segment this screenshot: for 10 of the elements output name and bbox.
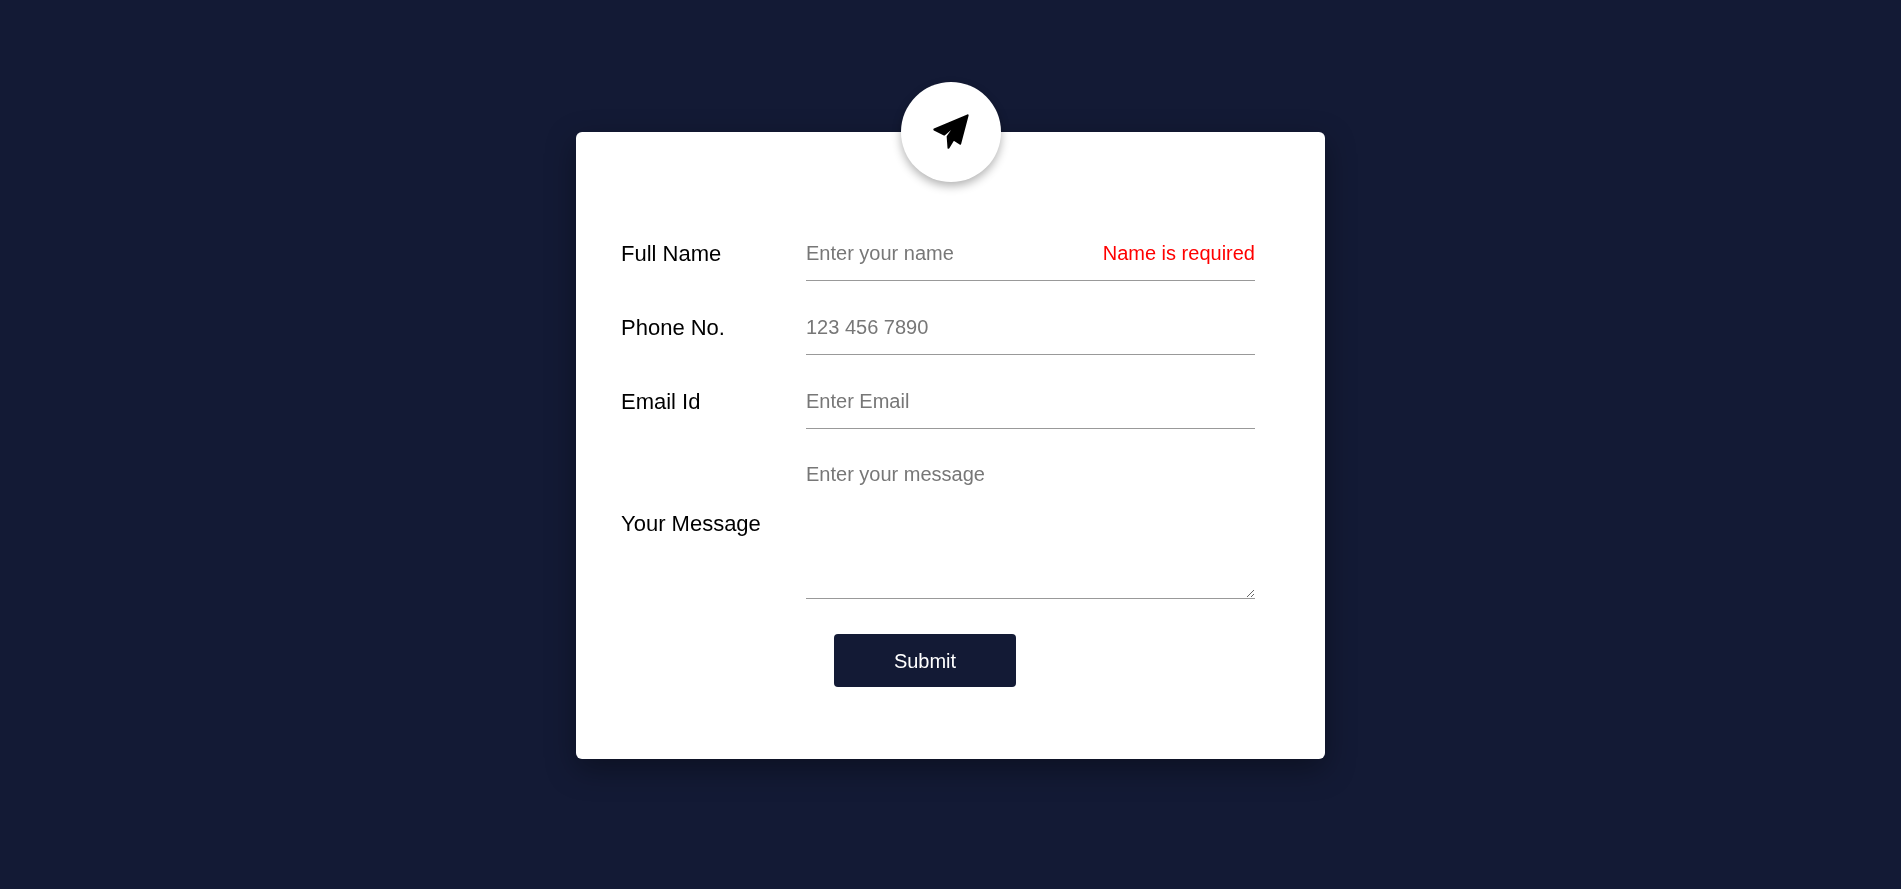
field-label: Full Name — [621, 239, 723, 268]
input-field[interactable]: Enter Email — [806, 385, 1255, 416]
submit-button[interactable]: Submit — [834, 634, 1016, 687]
input-field[interactable]: Enter your name — [806, 237, 1103, 268]
field-label: Email Id — [621, 387, 702, 416]
field-label: Your Message — [621, 509, 762, 538]
field-label: Phone No. — [621, 313, 726, 342]
message-field[interactable]: Enter your message — [806, 447, 1255, 598]
error-message: Name is required — [1102, 240, 1255, 266]
input-field[interactable]: 123 456 7890 — [806, 311, 1255, 342]
